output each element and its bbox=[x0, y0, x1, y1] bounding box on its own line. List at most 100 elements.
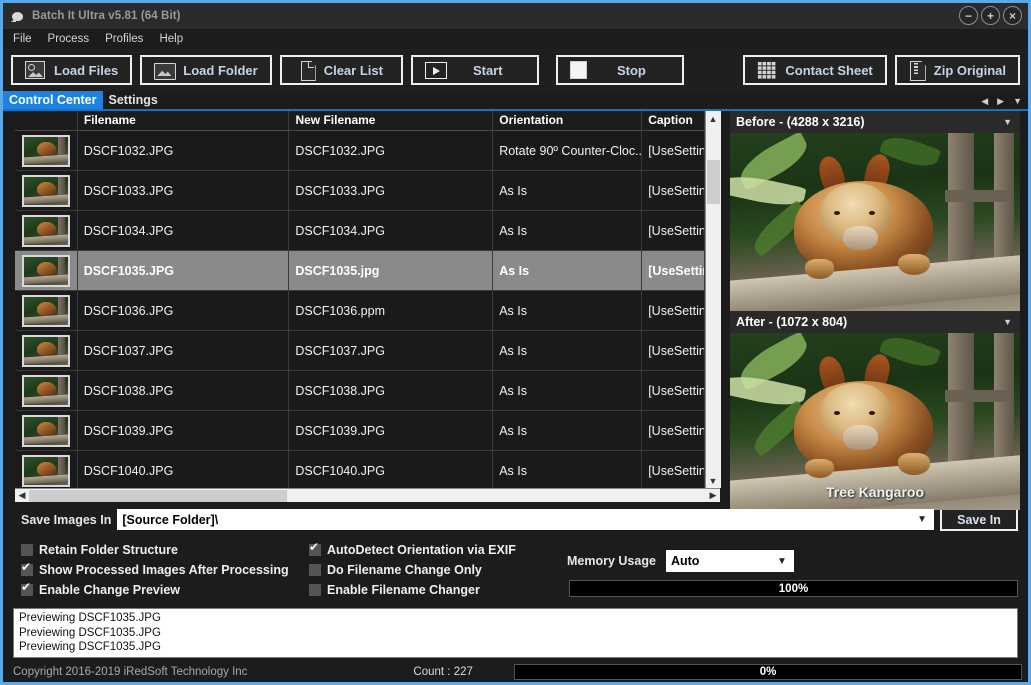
row-filename: DSCF1033.JPG bbox=[78, 170, 290, 211]
table-row[interactable]: DSCF1034.JPG DSCF1034.JPG As Is [UseSettin bbox=[15, 210, 705, 251]
contact-sheet-label: Contact Sheet bbox=[785, 62, 873, 78]
memory-progress-text: 100% bbox=[778, 582, 809, 595]
table-header-row: Filename New Filename Orientation Captio… bbox=[15, 111, 705, 131]
column-header-new-filename[interactable]: New Filename bbox=[289, 111, 494, 130]
memory-progress-bar: 100% bbox=[569, 580, 1018, 597]
clear-list-button[interactable]: Clear List bbox=[279, 55, 403, 85]
chevron-down-icon[interactable]: ▼ bbox=[917, 514, 927, 525]
scroll-left-icon[interactable]: ◀ bbox=[15, 489, 29, 503]
close-button[interactable]: × bbox=[1003, 6, 1022, 25]
column-header-caption[interactable]: Caption bbox=[642, 111, 705, 130]
checkbox-enable-change-preview[interactable]: Enable Change Preview bbox=[21, 580, 309, 600]
row-thumbnail bbox=[15, 450, 78, 488]
vertical-scroll-thumb[interactable] bbox=[706, 160, 720, 204]
save-path-combo[interactable]: [Source Folder]\ ▼ bbox=[117, 509, 934, 530]
row-new-filename: DSCF1032.JPG bbox=[289, 130, 494, 171]
post bbox=[944, 389, 1009, 402]
overall-progress-bar: 0% bbox=[514, 664, 1022, 680]
save-images-label: Save Images In bbox=[21, 512, 112, 527]
before-preview-image[interactable] bbox=[730, 133, 1020, 311]
row-orientation: As Is bbox=[493, 290, 643, 331]
checkbox-box[interactable] bbox=[21, 580, 33, 596]
row-caption: [UseSettin bbox=[642, 370, 705, 411]
row-thumbnail bbox=[15, 290, 78, 331]
checkbox-autodetect-orientation[interactable]: AutoDetect Orientation via EXIF bbox=[309, 540, 557, 560]
checkbox-label: Enable Filename Changer bbox=[327, 583, 480, 597]
checkbox-box[interactable] bbox=[21, 560, 33, 576]
start-label: Start bbox=[472, 62, 503, 78]
row-orientation: As Is bbox=[493, 330, 643, 371]
vertical-scroll-track[interactable] bbox=[705, 126, 721, 473]
table-row[interactable]: DSCF1032.JPG DSCF1032.JPG Rotate 90º Count… bbox=[15, 130, 705, 171]
log-output[interactable]: Previewing DSCF1035.JPG Previewing DSCF1… bbox=[13, 608, 1018, 658]
checkbox-box[interactable] bbox=[309, 584, 321, 596]
contact-sheet-icon bbox=[757, 61, 777, 79]
save-in-button[interactable]: Save In bbox=[940, 508, 1018, 531]
table-vertical-scrollbar[interactable]: ▲ ▼ bbox=[705, 111, 721, 488]
stop-button[interactable]: Stop bbox=[555, 55, 684, 85]
row-caption: [UseSettin bbox=[642, 450, 705, 488]
column-header-orientation[interactable]: Orientation bbox=[493, 111, 643, 130]
minimize-button[interactable]: − bbox=[959, 6, 978, 25]
table-row[interactable]: DSCF1039.JPG DSCF1039.JPG As Is [UseSettin bbox=[15, 410, 705, 451]
checkbox-box[interactable] bbox=[21, 544, 33, 556]
post bbox=[993, 133, 1015, 276]
row-new-filename: DSCF1039.JPG bbox=[289, 410, 494, 451]
log-line: Previewing DSCF1035.JPG bbox=[19, 612, 161, 624]
maximize-button[interactable]: + bbox=[981, 6, 1000, 25]
row-thumbnail bbox=[15, 250, 78, 291]
before-preview-dropdown-icon[interactable]: ▼ bbox=[1003, 117, 1012, 127]
tab-settings[interactable]: Settings bbox=[103, 91, 164, 109]
load-folder-button[interactable]: Load Folder bbox=[140, 55, 272, 85]
scroll-down-icon[interactable]: ▼ bbox=[705, 473, 721, 488]
after-preview-image[interactable]: Tree Kangaroo bbox=[730, 333, 1020, 510]
row-thumbnail bbox=[15, 210, 78, 251]
checkbox-show-processed-images[interactable]: Show Processed Images After Processing bbox=[21, 560, 309, 580]
tab-list-dropdown-icon[interactable]: ▼ bbox=[1013, 96, 1022, 106]
memory-usage-select[interactable]: Auto ▼ bbox=[665, 550, 794, 572]
after-preview-dropdown-icon[interactable]: ▼ bbox=[1003, 317, 1012, 327]
table-row[interactable]: DSCF1036.JPG DSCF1036.ppm As Is [UseSettin bbox=[15, 290, 705, 331]
checkbox-do-filename-change-only[interactable]: Do Filename Change Only bbox=[309, 560, 557, 580]
column-header-filename[interactable]: Filename bbox=[78, 111, 290, 130]
row-filename: DSCF1032.JPG bbox=[78, 130, 290, 171]
table-row[interactable]: DSCF1040.JPG DSCF1040.JPG As Is [UseSettin bbox=[15, 450, 705, 488]
clear-list-icon bbox=[300, 61, 315, 79]
checkbox-retain-folder-structure[interactable]: Retain Folder Structure bbox=[21, 540, 309, 560]
scroll-right-icon[interactable]: ▶ bbox=[706, 489, 720, 503]
table-row[interactable]: DSCF1033.JPG DSCF1033.JPG As Is [UseSettin bbox=[15, 170, 705, 211]
horizontal-scroll-track[interactable] bbox=[29, 489, 706, 503]
menu-item-file[interactable]: File bbox=[13, 33, 32, 45]
toolbar: Load Files Load Folder Clear List Start … bbox=[3, 49, 1028, 91]
table-row[interactable]: DSCF1035.JPG DSCF1035.jpg As Is [UseSettin bbox=[15, 250, 705, 291]
snout bbox=[843, 425, 878, 450]
chevron-down-icon[interactable]: ▼ bbox=[777, 556, 787, 567]
table-row[interactable]: DSCF1037.JPG DSCF1037.JPG As Is [UseSettin bbox=[15, 330, 705, 371]
horizontal-scroll-thumb[interactable] bbox=[29, 489, 287, 502]
menu-item-process[interactable]: Process bbox=[48, 33, 90, 45]
zip-original-label: Zip Original bbox=[933, 62, 1006, 78]
log-line: Previewing DSCF1035.JPG bbox=[19, 641, 161, 653]
table-row[interactable]: DSCF1038.JPG DSCF1038.JPG As Is [UseSettin bbox=[15, 370, 705, 411]
load-files-button[interactable]: Load Files bbox=[11, 55, 133, 85]
row-new-filename: DSCF1033.JPG bbox=[289, 170, 494, 211]
row-orientation: As Is bbox=[493, 450, 643, 488]
zip-original-button[interactable]: Zip Original bbox=[894, 55, 1020, 85]
checkbox-enable-filename-changer[interactable]: Enable Filename Changer bbox=[309, 580, 557, 600]
memory-usage-section: Memory Usage Auto ▼ 100% bbox=[557, 540, 1018, 600]
tab-scroll-left-icon[interactable]: ◀ bbox=[981, 96, 988, 107]
start-button[interactable]: Start bbox=[410, 55, 539, 85]
column-header-thumbnail[interactable] bbox=[15, 111, 78, 130]
row-thumbnail bbox=[15, 370, 78, 411]
menu-item-profiles[interactable]: Profiles bbox=[105, 33, 143, 45]
tab-control-center[interactable]: Control Center bbox=[3, 91, 103, 109]
checkbox-box[interactable] bbox=[309, 564, 321, 576]
file-list-panel: Filename New Filename Orientation Captio… bbox=[3, 111, 730, 502]
checkbox-box[interactable] bbox=[309, 540, 321, 556]
table-horizontal-scrollbar[interactable]: ◀ ▶ bbox=[15, 488, 720, 502]
contact-sheet-button[interactable]: Contact Sheet bbox=[743, 55, 887, 85]
menu-item-help[interactable]: Help bbox=[159, 33, 183, 45]
tab-scroll-right-icon[interactable]: ▶ bbox=[997, 96, 1004, 107]
file-table: Filename New Filename Orientation Captio… bbox=[15, 111, 721, 488]
scroll-up-icon[interactable]: ▲ bbox=[705, 111, 721, 126]
